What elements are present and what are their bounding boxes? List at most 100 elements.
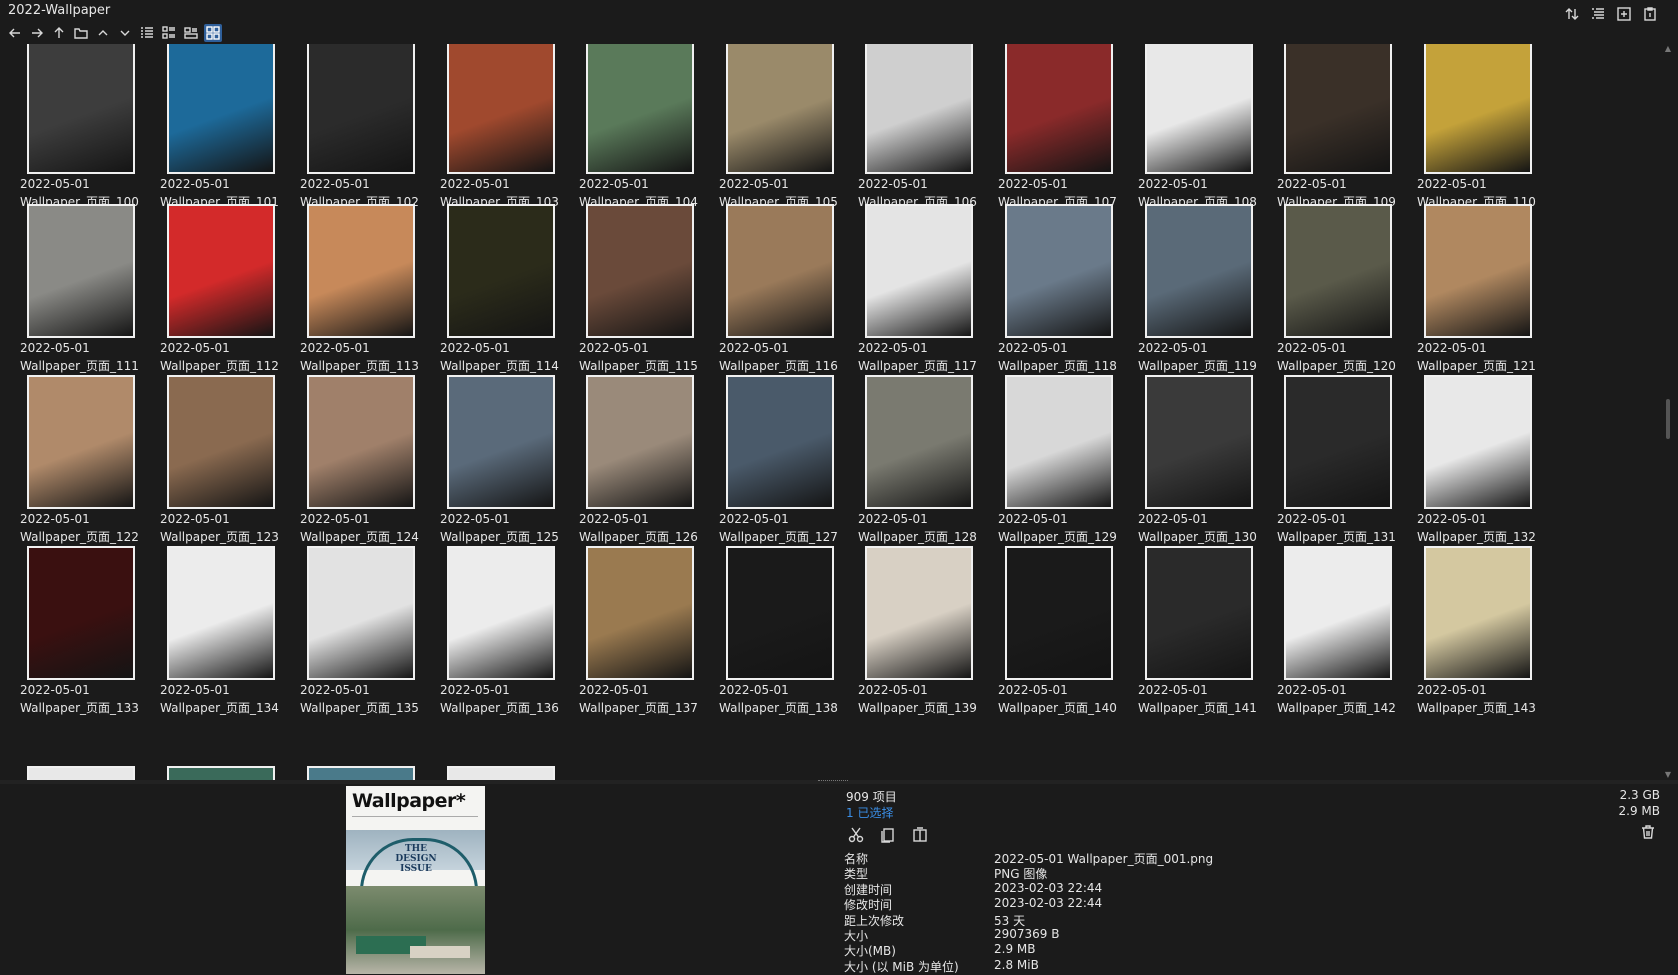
file-item[interactable]: 2022-05-01 Wallpaper_页面_142 bbox=[1277, 546, 1427, 729]
file-item[interactable]: 2022-05-01 Wallpaper_页面_109 bbox=[1277, 44, 1427, 223]
property-value: 2023-02-03 22:44 bbox=[994, 880, 1103, 895]
file-item[interactable]: 2022-05-01 Wallpaper_页面_107 bbox=[998, 44, 1148, 223]
file-date: 2022-05-01 bbox=[858, 512, 928, 526]
file-item[interactable]: 2022-05-01 Wallpaper_页面_126 bbox=[579, 375, 729, 558]
scroll-up-icon[interactable]: ▲ bbox=[1664, 44, 1672, 54]
file-item[interactable]: 2022-05-01 Wallpaper_页面_105 bbox=[719, 44, 869, 223]
file-date: 2022-05-01 bbox=[998, 512, 1068, 526]
paste-icon[interactable] bbox=[910, 825, 930, 845]
file-name: Wallpaper_页面_132 bbox=[1417, 530, 1536, 544]
file-item[interactable]: 2022-05-01 Wallpaper_页面_117 bbox=[858, 204, 1008, 387]
file-item[interactable]: 2022-05-01 Wallpaper_页面_134 bbox=[160, 546, 310, 729]
file-item[interactable]: 2022-05-01 Wallpaper_页面_127 bbox=[719, 375, 869, 558]
cover-rule bbox=[352, 816, 478, 823]
tiles-view-icon[interactable] bbox=[182, 24, 200, 42]
file-name: Wallpaper_页面_125 bbox=[440, 530, 559, 544]
preview-image: Wallpaper* THE DESIGN ISSUE bbox=[346, 786, 485, 974]
file-item[interactable]: 2022-05-01 Wallpaper_页面_114 bbox=[440, 204, 590, 387]
thumbnails-view-icon[interactable] bbox=[204, 24, 222, 42]
file-item[interactable]: 2022-05-01 Wallpaper_页面_108 bbox=[1138, 44, 1288, 223]
file-thumbnail bbox=[447, 546, 555, 680]
file-item[interactable]: 2022-05-01 Wallpaper_页面_103 bbox=[440, 44, 590, 223]
file-item[interactable]: 2022-05-01 Wallpaper_页面_100 bbox=[20, 44, 170, 223]
file-item[interactable]: 2022-05-01 Wallpaper_页面_124 bbox=[300, 375, 450, 558]
scroll-down-icon[interactable]: ▼ bbox=[1664, 770, 1672, 780]
cut-icon[interactable] bbox=[846, 825, 866, 845]
file-thumbnail bbox=[307, 44, 415, 174]
file-item[interactable]: 2022-05-01 Wallpaper_页面_110 bbox=[1417, 44, 1567, 223]
new-window-icon[interactable] bbox=[1614, 4, 1634, 24]
up-arrow-icon[interactable] bbox=[50, 24, 68, 42]
file-thumbnail bbox=[1145, 375, 1253, 509]
file-name: Wallpaper_页面_141 bbox=[1138, 701, 1257, 715]
file-grid: 2022-05-01 Wallpaper_页面_100 2022-05-01 Wall… bbox=[0, 44, 1662, 780]
details-view-icon[interactable] bbox=[138, 24, 156, 42]
file-item[interactable]: 2022-05-01 Wallpaper_页面_137 bbox=[579, 546, 729, 729]
file-item[interactable]: 2022-05-01 Wallpaper_页面_141 bbox=[1138, 546, 1288, 729]
file-date: 2022-05-01 bbox=[300, 512, 370, 526]
file-name: Wallpaper_页面_139 bbox=[858, 701, 977, 715]
file-item[interactable]: 2022-05-01 Wallpaper_页面_121 bbox=[1417, 204, 1567, 387]
file-date: 2022-05-01 bbox=[1277, 177, 1347, 191]
file-thumbnail bbox=[167, 546, 275, 680]
list-view-icon[interactable] bbox=[160, 24, 178, 42]
chevron-up-icon[interactable] bbox=[94, 24, 112, 42]
file-thumbnail bbox=[447, 204, 555, 338]
vertical-scrollbar[interactable]: ▲ ▼ bbox=[1664, 44, 1672, 780]
item-count: 909 项目 bbox=[846, 790, 897, 804]
file-name: Wallpaper_页面_126 bbox=[579, 530, 698, 544]
file-item[interactable]: 2022-05-01 Wallpaper_页面_135 bbox=[300, 546, 450, 729]
file-item[interactable] bbox=[440, 766, 590, 780]
file-item[interactable]: 2022-05-01 Wallpaper_页面_119 bbox=[1138, 204, 1288, 387]
scroll-thumb[interactable] bbox=[1666, 399, 1670, 439]
file-item[interactable]: 2022-05-01 Wallpaper_页面_113 bbox=[300, 204, 450, 387]
property-row: 类型 PNG 图像 bbox=[844, 865, 1444, 881]
back-arrow-icon[interactable] bbox=[6, 24, 24, 42]
file-item[interactable]: 2022-05-01 Wallpaper_页面_139 bbox=[858, 546, 1008, 729]
file-item[interactable]: 2022-05-01 Wallpaper_页面_130 bbox=[1138, 375, 1288, 558]
file-item[interactable]: 2022-05-01 Wallpaper_页面_112 bbox=[160, 204, 310, 387]
file-thumbnail bbox=[27, 44, 135, 174]
file-item[interactable]: 2022-05-01 Wallpaper_页面_138 bbox=[719, 546, 869, 729]
file-date: 2022-05-01 bbox=[998, 341, 1068, 355]
file-item[interactable]: 2022-05-01 Wallpaper_页面_140 bbox=[998, 546, 1148, 729]
file-item[interactable]: 2022-05-01 Wallpaper_页面_106 bbox=[858, 44, 1008, 223]
clipboard-icon[interactable] bbox=[1640, 4, 1660, 24]
file-item[interactable]: 2022-05-01 Wallpaper_页面_136 bbox=[440, 546, 590, 729]
file-item[interactable]: 2022-05-01 Wallpaper_页面_116 bbox=[719, 204, 869, 387]
file-item[interactable]: 2022-05-01 Wallpaper_页面_129 bbox=[998, 375, 1148, 558]
file-item[interactable]: 2022-05-01 Wallpaper_页面_102 bbox=[300, 44, 450, 223]
delete-icon[interactable] bbox=[1640, 824, 1658, 842]
forward-arrow-icon[interactable] bbox=[28, 24, 46, 42]
file-item[interactable]: 2022-05-01 Wallpaper_页面_133 bbox=[20, 546, 170, 729]
file-thumbnail bbox=[167, 375, 275, 509]
file-item[interactable]: 2022-05-01 Wallpaper_页面_118 bbox=[998, 204, 1148, 387]
file-item[interactable]: 2022-05-01 Wallpaper_页面_123 bbox=[160, 375, 310, 558]
file-item[interactable]: 2022-05-01 Wallpaper_页面_128 bbox=[858, 375, 1008, 558]
file-item[interactable]: 2022-05-01 Wallpaper_页面_111 bbox=[20, 204, 170, 387]
file-date: 2022-05-01 bbox=[719, 512, 789, 526]
file-thumbnail bbox=[307, 546, 415, 680]
file-thumbnail bbox=[726, 204, 834, 338]
file-item[interactable]: 2022-05-01 Wallpaper_页面_131 bbox=[1277, 375, 1427, 558]
folder-icon[interactable] bbox=[72, 24, 90, 42]
file-item[interactable]: 2022-05-01 Wallpaper_页面_125 bbox=[440, 375, 590, 558]
copy-icon[interactable] bbox=[878, 825, 898, 845]
columns-icon[interactable] bbox=[1588, 4, 1608, 24]
chevron-down-icon[interactable] bbox=[116, 24, 134, 42]
file-item[interactable] bbox=[20, 766, 170, 780]
sort-icon[interactable] bbox=[1562, 4, 1582, 24]
file-item[interactable]: 2022-05-01 Wallpaper_页面_122 bbox=[20, 375, 170, 558]
title-bar: 2022-Wallpaper bbox=[0, 0, 1678, 44]
file-item[interactable]: 2022-05-01 Wallpaper_页面_120 bbox=[1277, 204, 1427, 387]
file-item[interactable]: 2022-05-01 Wallpaper_页面_101 bbox=[160, 44, 310, 223]
file-item[interactable] bbox=[160, 766, 310, 780]
file-item[interactable] bbox=[300, 766, 450, 780]
file-item[interactable]: 2022-05-01 Wallpaper_页面_115 bbox=[579, 204, 729, 387]
file-item[interactable]: 2022-05-01 Wallpaper_页面_132 bbox=[1417, 375, 1567, 558]
file-item[interactable]: 2022-05-01 Wallpaper_页面_104 bbox=[579, 44, 729, 223]
file-item[interactable]: 2022-05-01 Wallpaper_页面_143 bbox=[1417, 546, 1567, 729]
property-row: 距上次修改 53 天 bbox=[844, 912, 1444, 928]
selected-count[interactable]: 1 已选择 bbox=[846, 804, 893, 821]
file-date: 2022-05-01 bbox=[440, 512, 510, 526]
